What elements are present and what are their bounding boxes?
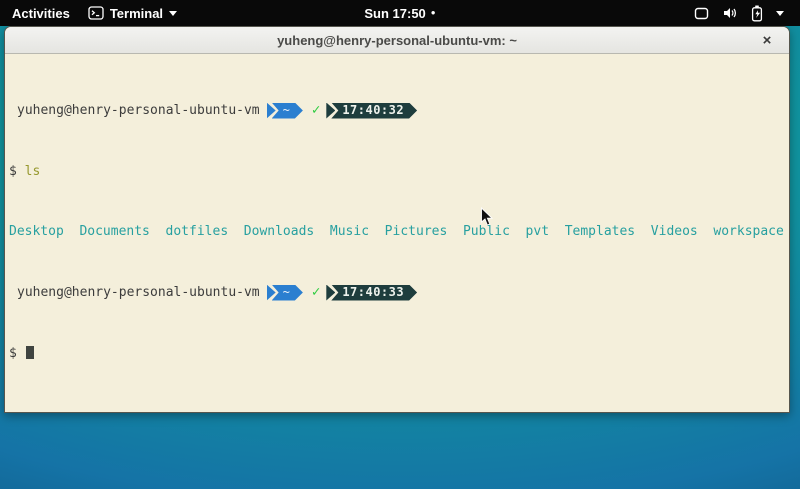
window-titlebar[interactable]: yuheng@henry-personal-ubuntu-vm: ~ × bbox=[5, 27, 789, 54]
time-segment: 17:40:33 bbox=[331, 285, 417, 301]
app-menu-label: Terminal bbox=[110, 6, 163, 21]
window-title: yuheng@henry-personal-ubuntu-vm: ~ bbox=[277, 33, 517, 48]
prompt-line-1: yuheng@henry-personal-ubuntu-vm ~ ✓ 17:4… bbox=[9, 102, 785, 119]
desktop-wallpaper: Activities Terminal Sun 17:50 ● bbox=[0, 0, 800, 489]
close-button[interactable]: × bbox=[755, 27, 779, 54]
prompt-line-2: yuheng@henry-personal-ubuntu-vm ~ ✓ 17:4… bbox=[9, 284, 785, 301]
current-prompt-line: $ bbox=[9, 346, 785, 361]
system-status-area[interactable] bbox=[694, 0, 800, 26]
ls-output: Desktop Documents dotfiles Downloads Mus… bbox=[9, 224, 785, 239]
battery-charging-icon bbox=[751, 5, 763, 22]
text-cursor bbox=[26, 346, 34, 359]
prompt-symbol: $ bbox=[9, 164, 17, 179]
app-menu-terminal[interactable]: Terminal bbox=[88, 0, 177, 26]
prompt-symbol: $ bbox=[9, 346, 17, 361]
volume-icon bbox=[722, 6, 738, 20]
terminal-content[interactable]: yuheng@henry-personal-ubuntu-vm ~ ✓ 17:4… bbox=[5, 54, 789, 412]
display-icon bbox=[694, 7, 709, 20]
time-segment: 17:40:32 bbox=[331, 103, 417, 119]
prompt-user: yuheng@henry-personal-ubuntu-vm bbox=[9, 103, 260, 118]
prompt-user: yuheng@henry-personal-ubuntu-vm bbox=[9, 285, 260, 300]
activities-button[interactable]: Activities bbox=[12, 0, 70, 26]
cwd-segment: ~ bbox=[272, 103, 303, 119]
cwd-segment: ~ bbox=[272, 285, 303, 301]
activities-label: Activities bbox=[12, 6, 70, 21]
chevron-down-icon bbox=[776, 11, 784, 16]
terminal-window: yuheng@henry-personal-ubuntu-vm: ~ × yuh… bbox=[4, 26, 790, 413]
top-bar: Activities Terminal Sun 17:50 ● bbox=[0, 0, 800, 26]
clock-button[interactable]: Sun 17:50 ● bbox=[364, 6, 435, 21]
chevron-down-icon bbox=[169, 11, 177, 16]
command-text: ls bbox=[25, 164, 41, 179]
command-line: $ ls bbox=[9, 164, 785, 179]
status-check-icon: ✓ bbox=[312, 285, 320, 300]
notification-dot: ● bbox=[431, 9, 436, 17]
terminal-icon bbox=[88, 6, 104, 20]
clock-label: Sun 17:50 bbox=[364, 6, 425, 21]
status-check-icon: ✓ bbox=[312, 103, 320, 118]
